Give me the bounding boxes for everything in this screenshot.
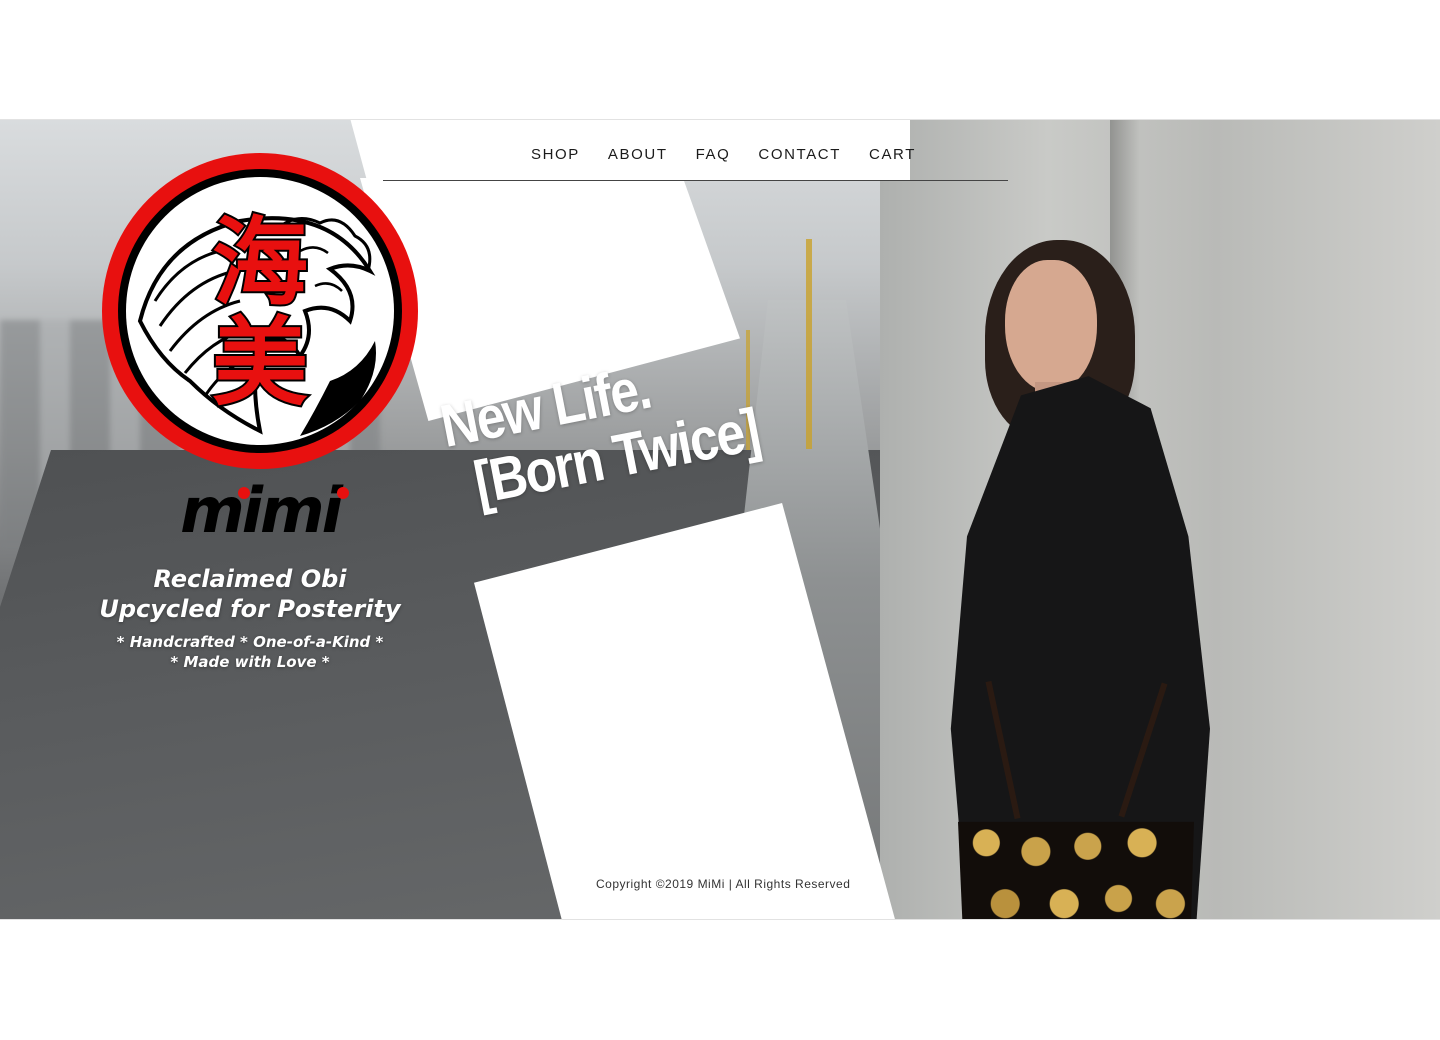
wordmark-text: mimi: [180, 480, 343, 540]
tagline-line-4: * Made with Love *: [170, 653, 330, 671]
kanji-umi: 海: [212, 207, 308, 319]
tagline-line-1: Reclaimed Obi: [153, 565, 347, 593]
model-face: [1005, 260, 1097, 392]
nav-item-shop[interactable]: SHOP: [531, 146, 580, 163]
wordmark-dot: [238, 487, 250, 499]
tagline-line-3: * Handcrafted * One-of-a-Kind *: [116, 633, 384, 651]
wordmark-dot: [337, 487, 349, 499]
obi-tote-bag-image: [958, 821, 1194, 919]
nav-item-cart[interactable]: CART: [869, 146, 916, 163]
background-pole: [806, 239, 812, 449]
tagline: Reclaimed Obi Upcycled for Posterity * H…: [60, 564, 440, 672]
copyright-text: Copyright ©2019 MiMi | All Rights Reserv…: [596, 877, 851, 891]
nav-divider: [383, 180, 1008, 181]
nav-item-faq[interactable]: FAQ: [696, 146, 731, 163]
tagline-line-2: Upcycled for Posterity: [99, 595, 401, 623]
kanji-bi: 美: [212, 307, 308, 419]
hero-banner: SHOP ABOUT FAQ CONTACT CART 海 美 mimi Rec…: [0, 119, 1440, 920]
mimi-wordmark[interactable]: mimi: [162, 480, 358, 540]
nav-item-about[interactable]: ABOUT: [608, 146, 668, 163]
nav-item-contact[interactable]: CONTACT: [758, 146, 841, 163]
wave-emblem-icon[interactable]: 海 美: [100, 151, 420, 471]
main-nav: SHOP ABOUT FAQ CONTACT CART: [531, 146, 916, 163]
